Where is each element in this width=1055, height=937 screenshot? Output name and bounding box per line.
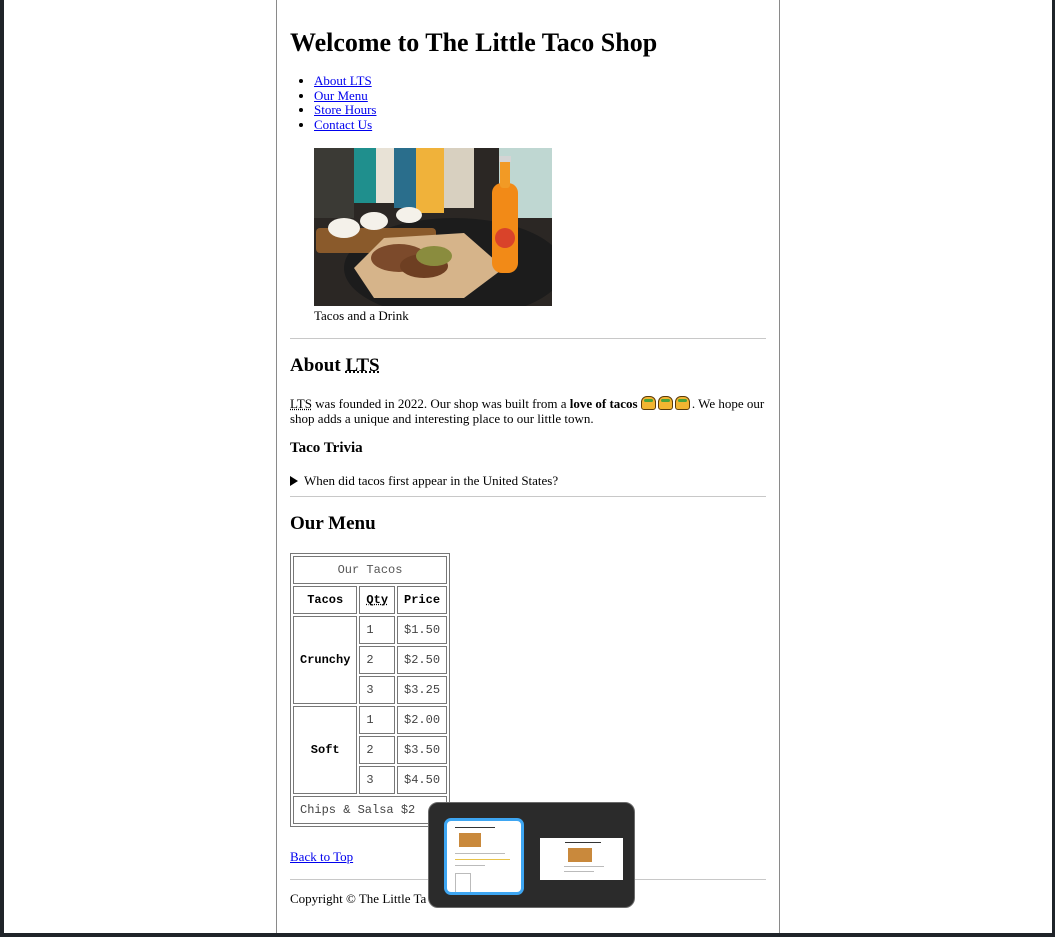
- about-bold-text: love of tacos: [569, 396, 638, 411]
- qty-cell: 2: [359, 736, 396, 764]
- trivia-question: When did tacos first appear in the Unite…: [304, 473, 559, 488]
- trivia-heading: Taco Trivia: [290, 440, 363, 456]
- menu-heading: Our Menu: [290, 513, 376, 534]
- price-cell: $3.25: [397, 676, 448, 704]
- table-row: Crunchy 1 $1.50: [293, 616, 448, 704]
- qty-cell: 1: [359, 706, 396, 734]
- nav-item: Store Hours: [314, 103, 376, 118]
- tacos-drink-image: [314, 148, 552, 306]
- qty-cell: 3: [359, 676, 396, 704]
- taco-menu-table: Our Tacos Tacos Qty Price Crunchy 1 $1.5…: [290, 553, 451, 827]
- nav-item: Our Menu: [314, 88, 376, 104]
- price-cell: $1.50: [397, 616, 448, 644]
- taco-emoji-icon: [674, 396, 690, 410]
- mini-table: [455, 873, 471, 892]
- mini-line: [455, 853, 505, 854]
- abbr-lts: LTS: [345, 355, 380, 376]
- table-caption: Our Tacos: [293, 556, 448, 584]
- nav-link-contact[interactable]: Contact Us: [314, 117, 372, 132]
- figure-caption: Tacos and a Drink: [314, 308, 409, 323]
- window-thumbnail-selected[interactable]: [444, 818, 524, 895]
- browser-viewport: Welcome to The Little Taco Shop About LT…: [4, 0, 1052, 933]
- page-title: Welcome to The Little Taco Shop: [290, 28, 658, 57]
- taco-emoji-icon: [640, 396, 656, 410]
- qty-cell: 1: [359, 616, 396, 644]
- nav-list: About LTS Our Menu Store Hours Contact U…: [290, 73, 376, 133]
- column-header-tacos: Tacos: [293, 586, 358, 614]
- abbr-lts: LTS: [290, 396, 312, 411]
- price-cell: $2.00: [397, 706, 448, 734]
- price-cell: $2.50: [397, 646, 448, 674]
- column-header-price: Price: [397, 586, 448, 614]
- price-cell: $4.50: [397, 766, 448, 794]
- taco-emoji-icon: [657, 396, 673, 410]
- mini-image: [568, 848, 592, 862]
- mini-line: [564, 866, 604, 867]
- about-paragraph: LTS was founded in 2022. Our shop was bu…: [290, 396, 766, 426]
- column-header-qty: Qty: [359, 586, 396, 614]
- table-footer-row: Chips & Salsa $2: [293, 796, 448, 824]
- abbr-qty: Qty: [366, 593, 389, 607]
- page-container: Welcome to The Little Taco Shop About LT…: [276, 0, 780, 933]
- nav-link-menu[interactable]: Our Menu: [314, 88, 368, 103]
- about-text-1: was founded in 2022. Our shop was built …: [311, 396, 570, 411]
- group-crunchy: Crunchy: [293, 616, 358, 704]
- mini-line: [455, 865, 485, 866]
- mini-line: [455, 859, 510, 860]
- group-soft: Soft: [293, 706, 358, 794]
- taskbar-edge: [0, 933, 1055, 937]
- about-heading: About LTS: [290, 355, 380, 377]
- back-to-top-link[interactable]: Back to Top: [290, 849, 353, 865]
- qty-cell: 3: [359, 766, 396, 794]
- mini-image: [459, 833, 481, 847]
- nav-link-hours[interactable]: Store Hours: [314, 102, 376, 118]
- table-row: Soft 1 $2.00: [293, 706, 448, 794]
- nav-item: Contact Us: [314, 117, 376, 133]
- qty-cell: 2: [359, 646, 396, 674]
- about-heading-text: About: [290, 355, 346, 376]
- trivia-disclosure[interactable]: When did tacos first appear in the Unite…: [290, 473, 558, 489]
- window-switcher: [428, 802, 635, 908]
- mini-line: [564, 871, 594, 872]
- tacos-figure: [314, 148, 552, 306]
- price-cell: $3.50: [397, 736, 448, 764]
- window-thumbnail[interactable]: [540, 838, 623, 880]
- mini-title: [455, 827, 495, 828]
- divider: [290, 496, 766, 497]
- chips-salsa-cell: Chips & Salsa $2: [293, 796, 448, 824]
- copyright-text: Copyright © The Little Ta: [290, 891, 427, 906]
- nav-item: About LTS: [314, 73, 376, 89]
- tacos-photo: [314, 148, 552, 306]
- nav-link-about[interactable]: About LTS: [314, 73, 372, 88]
- mini-title: [565, 842, 601, 843]
- disclosure-triangle-icon: [290, 476, 298, 486]
- divider: [290, 338, 766, 339]
